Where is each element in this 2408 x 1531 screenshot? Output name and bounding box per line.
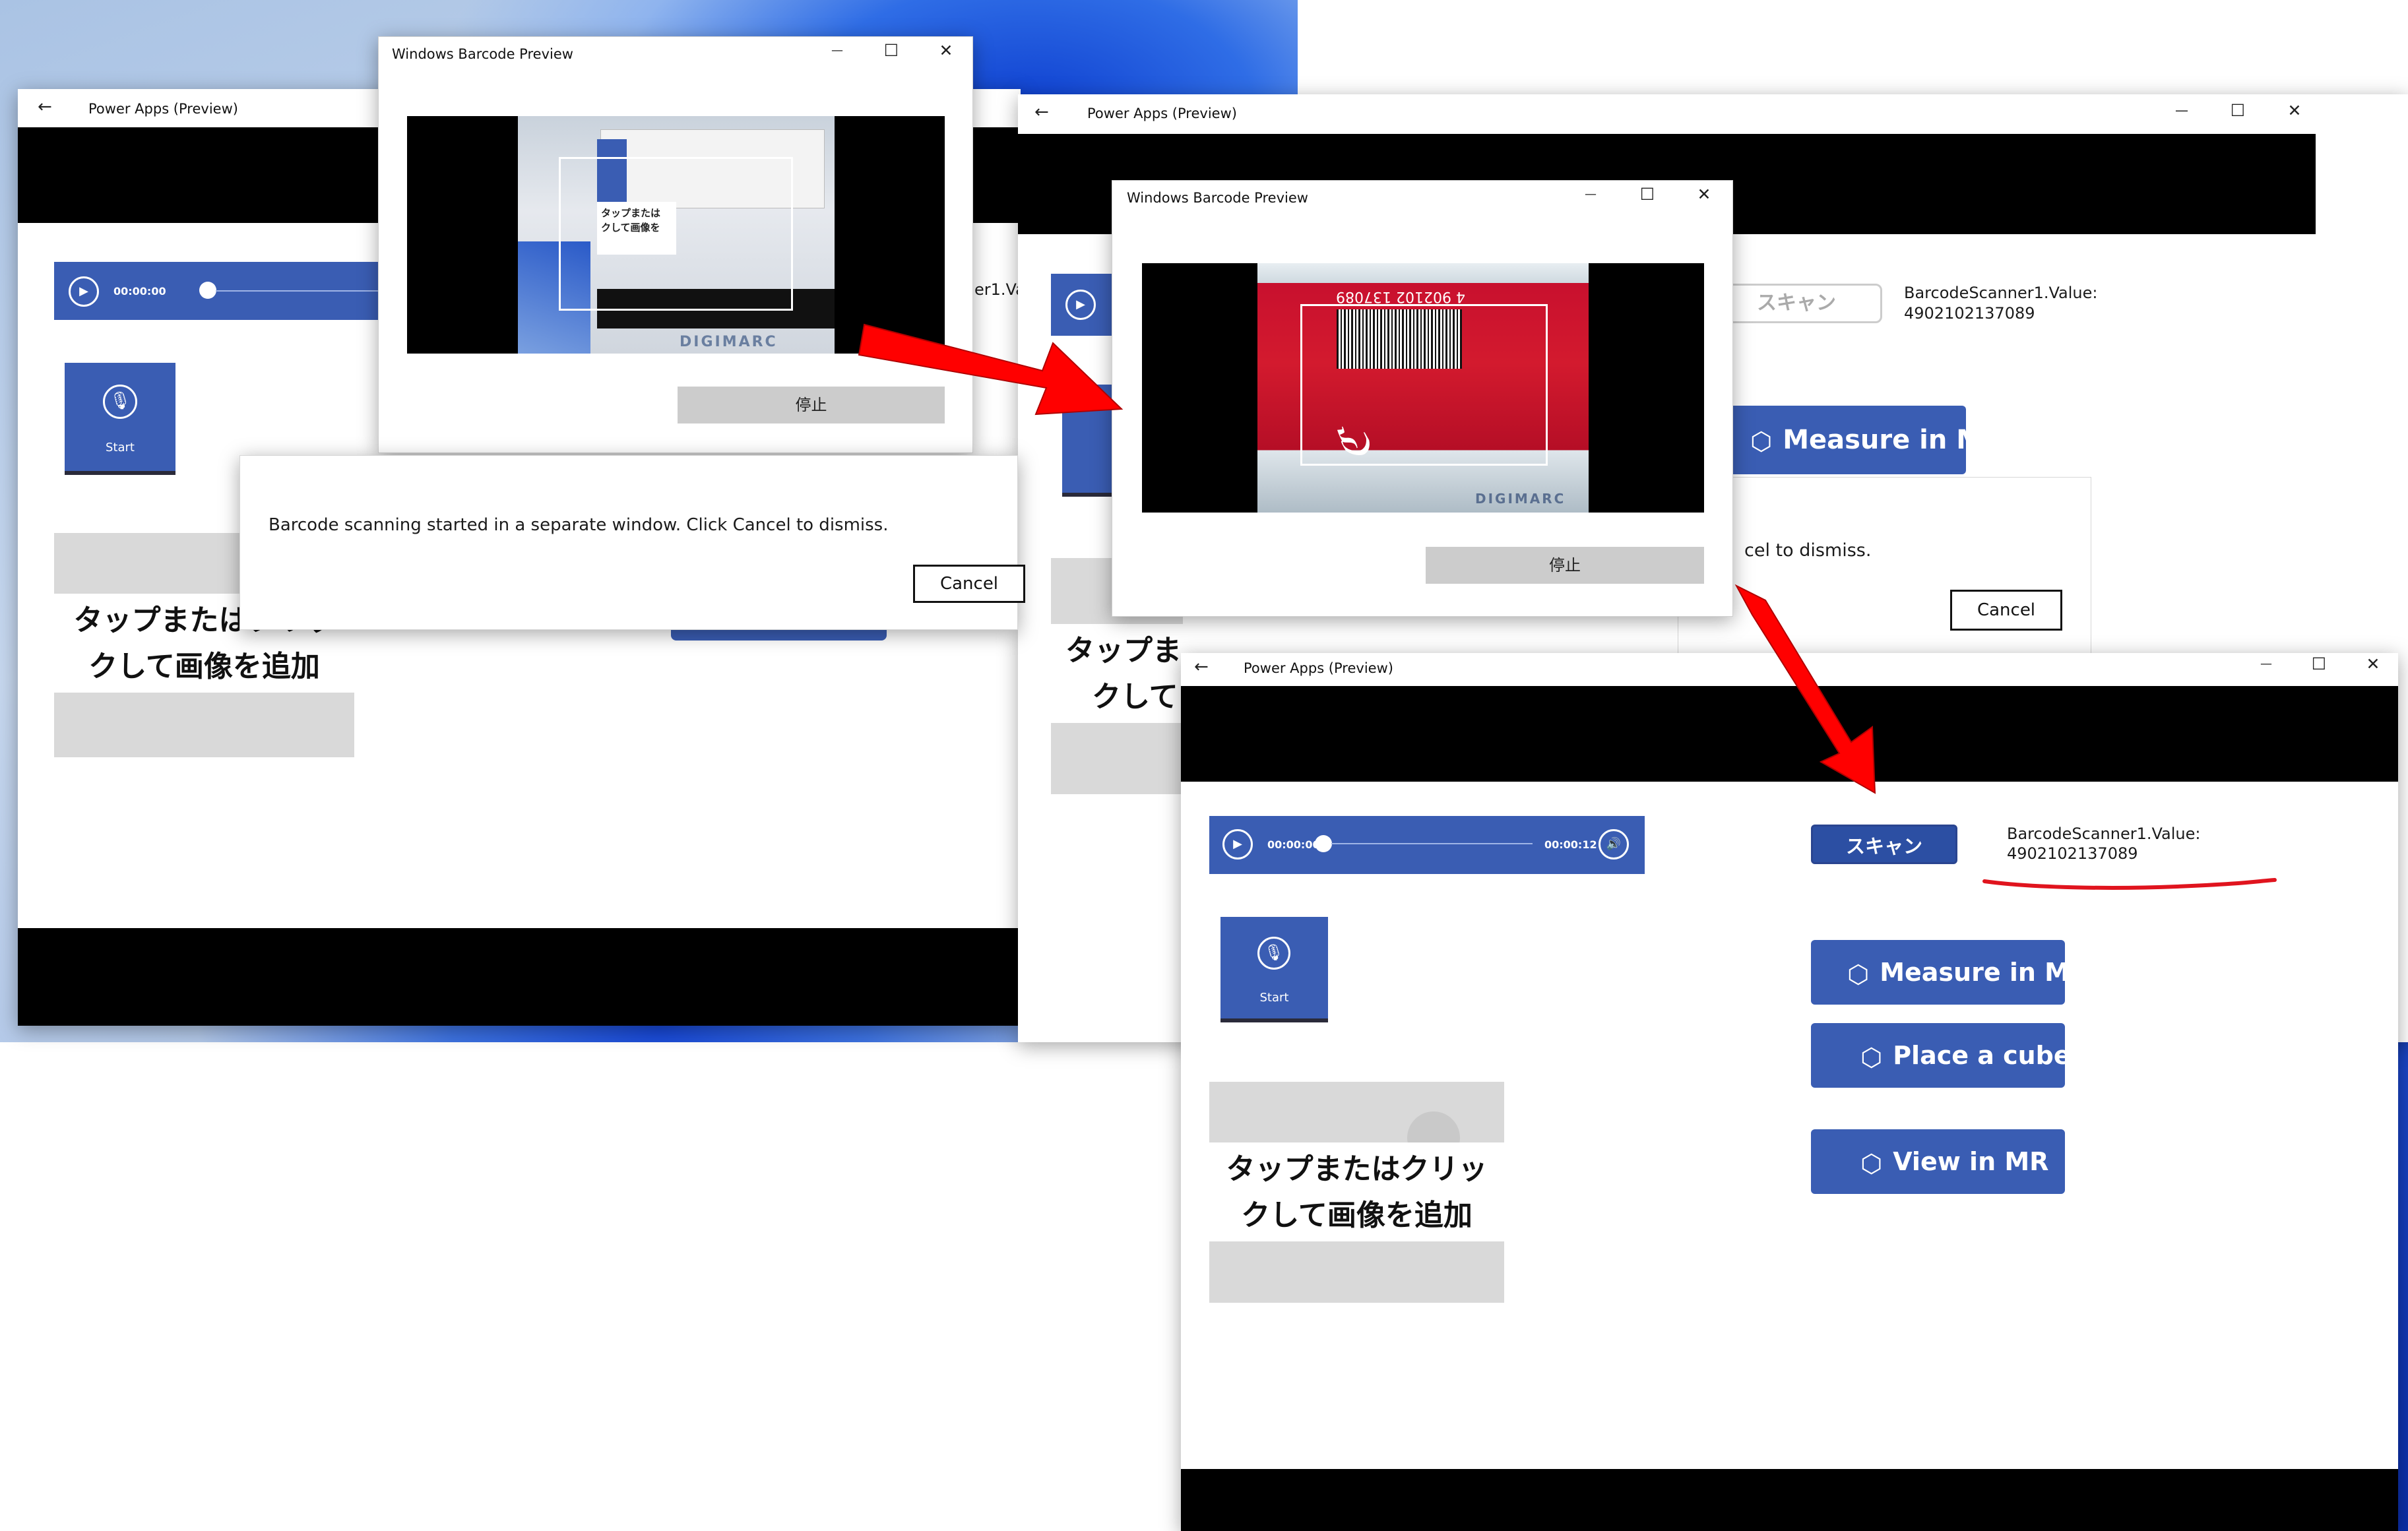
cancel-button[interactable]: Cancel [913, 565, 1025, 603]
window-title: Power Apps (Preview) [1087, 106, 1237, 121]
cube-icon: ⬡ [1847, 959, 1870, 989]
add-picture-line2: クして [1092, 680, 1178, 714]
audio-player[interactable]: ▶ 00:00:00 [54, 262, 397, 320]
red-underline-annotation [1982, 878, 2277, 890]
stop-label: 停止 [1549, 556, 1581, 575]
footer-bar [18, 928, 1021, 1026]
stop-label: 停止 [795, 396, 827, 414]
add-picture-text: タップまたに クして [1051, 624, 1183, 723]
maximize-icon[interactable]: ☐ [2225, 101, 2251, 120]
close-icon[interactable]: ✕ [2281, 101, 2308, 120]
measure-in-mr-button[interactable]: ⬡ Measure in MR [1711, 406, 2003, 474]
view-in-mr-button[interactable]: ⬡ View in MR [1811, 1129, 2065, 1194]
measure-label: Measure in MR [1880, 958, 2089, 987]
scan-frame [559, 157, 793, 311]
cancel-label: Cancel [939, 574, 999, 594]
audio-player[interactable]: ▶ 00:00:00 00:00:12 🔊 [1209, 816, 1645, 874]
stop-button[interactable]: 停止 [1426, 547, 1704, 584]
dialog-message: Barcode scanning started in a separate w… [269, 515, 889, 535]
minimize-icon[interactable]: — [2253, 657, 2279, 671]
scan-frame [1300, 304, 1548, 466]
barcode-label: BarcodeScanner1.Value: [1904, 284, 2098, 302]
cube-icon: ⬡ [1750, 427, 1773, 456]
arrow-1-shape [858, 323, 1124, 416]
time-end: 00:00:12 [1544, 838, 1597, 851]
measure-label: Measure in MR [1783, 425, 2003, 455]
play-icon[interactable]: ▶ [1222, 829, 1253, 859]
volume-icon[interactable]: 🔊 [1599, 829, 1629, 859]
barcode-digits: 4 902102 137089 [1336, 288, 1465, 305]
camera-preview: 4 902102 137089 ℭ DIGIMARC [1142, 263, 1704, 513]
scan-label: スキャン [1757, 292, 1836, 315]
underline-stroke [1982, 878, 2277, 890]
minimize-icon[interactable]: — [2169, 102, 2195, 118]
microphone-button[interactable]: 🎙 Start [1220, 917, 1328, 1022]
barcode-label: BarcodeScanner1.Value: [2007, 825, 2201, 843]
barcode-value: 4902102137089 [2007, 844, 2138, 863]
scan-dialog-1: Barcode scanning started in a separate w… [239, 455, 1025, 630]
barcode-value: 4902102137089 [1904, 304, 2035, 323]
measure-in-mr-button[interactable]: ⬡ Measure in MR [1811, 940, 2089, 1005]
arrow-2-shape [1734, 584, 1876, 794]
scan-button-disabled[interactable]: スキャン [1711, 284, 1882, 323]
maximize-icon[interactable]: ☐ [1634, 185, 1661, 204]
mic-label: Start [106, 441, 135, 454]
window-title: Windows Barcode Preview [1127, 190, 1308, 206]
close-icon[interactable]: ✕ [933, 41, 959, 60]
seek-track[interactable] [1331, 843, 1533, 844]
dialog-message-partial: cel to dismiss. [1744, 540, 1872, 561]
cancel-button[interactable]: Cancel [1950, 590, 2062, 631]
add-picture-line2: クして画像を追加 [1241, 1199, 1473, 1232]
place-a-cube-button[interactable]: ⬡ Place a cube [1811, 1023, 2071, 1088]
back-arrow-icon[interactable]: ← [1194, 657, 1209, 677]
microphone-icon: 🎙 [1257, 937, 1290, 970]
seek-track[interactable] [216, 290, 397, 292]
time-start: 00:00:00 [1267, 838, 1320, 851]
seek-knob[interactable] [1315, 835, 1332, 852]
window-title: Power Apps (Preview) [1244, 660, 1393, 676]
minimize-icon[interactable]: — [824, 44, 850, 57]
place-cube-label: Place a cube [1893, 1041, 2071, 1070]
add-picture-text: タップまたはクリッ クして画像を追加 [1209, 1142, 1504, 1241]
back-arrow-icon[interactable]: ← [38, 97, 52, 117]
add-picture-line1: タップまたはクリッ [1226, 1152, 1488, 1186]
close-icon[interactable]: ✕ [2360, 654, 2386, 673]
add-picture-line2: クして画像を追加 [88, 650, 320, 683]
barcode-preview-window-2: Windows Barcode Preview — ☐ ✕ 4 902102 1… [1112, 180, 1733, 617]
minimize-icon[interactable]: — [1577, 187, 1604, 201]
title-bar: ← Power Apps (Preview) — ☐ ✕ [1018, 94, 2408, 134]
play-icon[interactable]: ▶ [69, 276, 99, 307]
scan-button[interactable]: スキャン [1811, 825, 1957, 864]
scan-label: スキャン [1845, 835, 1922, 858]
seek-knob[interactable] [199, 282, 216, 299]
footer-bar [1181, 1469, 2398, 1531]
window-title: Power Apps (Preview) [88, 101, 238, 117]
close-icon[interactable]: ✕ [1691, 185, 1717, 204]
cube-icon: ⬡ [1860, 1042, 1883, 1072]
add-picture-placeholder[interactable]: タップまたはクリッ クして画像を追加 [1209, 1082, 1504, 1303]
red-arrow-1 [858, 323, 1124, 416]
cancel-label: Cancel [1977, 600, 2036, 620]
maximize-icon[interactable]: ☐ [2306, 654, 2332, 673]
preview-watermark: DIGIMARC [680, 334, 778, 350]
add-picture-line1: タップまたに [1065, 634, 1183, 668]
back-arrow-icon[interactable]: ← [1034, 102, 1049, 122]
preview-watermark: DIGIMARC [1475, 491, 1566, 507]
maximize-icon[interactable]: ☐ [878, 41, 904, 60]
window-title: Windows Barcode Preview [392, 46, 573, 62]
microphone-icon: 🎙 [103, 385, 137, 419]
mic-label: Start [1259, 991, 1289, 1005]
microphone-button[interactable]: 🎙 Start [65, 363, 175, 475]
red-arrow-2 [1734, 584, 1876, 794]
cube-icon: ⬡ [1860, 1148, 1883, 1178]
view-label: View in MR [1893, 1147, 2049, 1176]
time-start: 00:00:00 [113, 285, 166, 297]
